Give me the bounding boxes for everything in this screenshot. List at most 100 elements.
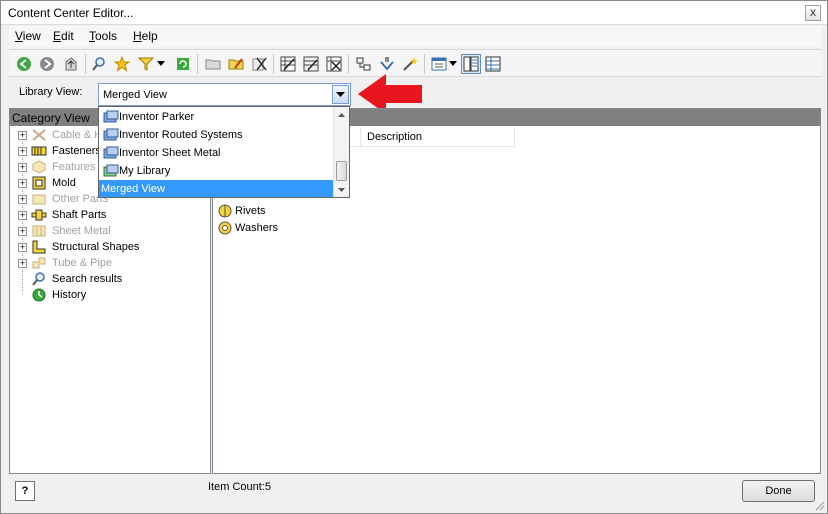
category-icon[interactable] xyxy=(354,54,374,74)
menu-tools[interactable]: Tools xyxy=(89,29,117,43)
mold-icon xyxy=(31,176,47,190)
tree-item-label: Features xyxy=(52,161,96,173)
sheet-metal-icon xyxy=(31,224,47,238)
menu-view[interactable]: View xyxy=(15,29,41,43)
dropdown-option-merged-view[interactable]: Merged View xyxy=(99,180,335,197)
forward-icon[interactable] xyxy=(37,54,57,74)
fasteners-icon xyxy=(31,144,47,158)
menu-edit[interactable]: Edit xyxy=(53,29,74,43)
dropdown-option-label: Merged View xyxy=(101,183,165,195)
tree-item-label: Fasteners xyxy=(52,145,101,157)
tree-item-label: Shaft Parts xyxy=(52,209,107,221)
rivets-icon xyxy=(217,204,233,218)
help-button[interactable]: ? xyxy=(15,481,35,501)
view-options-icon[interactable] xyxy=(429,54,449,74)
scroll-up-icon[interactable] xyxy=(334,107,349,122)
chevron-down-icon[interactable] xyxy=(332,85,349,104)
dropdown-option-label: Inventor Routed Systems xyxy=(119,129,243,141)
toolbar-separator xyxy=(197,54,198,74)
done-button[interactable]: Done xyxy=(742,480,815,502)
tree-item-tube-pipe[interactable]: + Tube & Pipe xyxy=(10,255,210,271)
expand-icon[interactable]: + xyxy=(18,243,27,252)
expand-icon[interactable]: + xyxy=(18,179,27,188)
expand-icon[interactable]: + xyxy=(18,259,27,268)
shaft-parts-icon xyxy=(31,208,47,222)
find-icon[interactable] xyxy=(89,54,109,74)
dropdown-option-label: My Library xyxy=(119,165,171,177)
favorites-star-icon[interactable] xyxy=(112,54,132,74)
scrollbar-thumb[interactable] xyxy=(336,161,347,181)
wizard-icon[interactable] xyxy=(400,54,420,74)
dropdown-scrollbar[interactable] xyxy=(333,107,349,197)
toolbar-separator xyxy=(348,54,349,74)
filter-icon[interactable] xyxy=(136,54,156,74)
expand-icon[interactable]: + xyxy=(18,195,27,204)
new-folder-icon[interactable] xyxy=(203,54,223,74)
tree-item-history[interactable]: History xyxy=(10,287,210,303)
tree-item-search-results[interactable]: Search results xyxy=(10,271,210,287)
features-icon xyxy=(31,160,47,174)
item-count-status: Item Count:5 xyxy=(208,481,271,493)
filter-dropdown-icon[interactable] xyxy=(155,54,167,74)
dropdown-option-inventor-parker[interactable]: Inventor Parker xyxy=(99,108,335,126)
menu-bar: View Edit Tools Help xyxy=(9,26,821,47)
back-icon[interactable] xyxy=(14,54,34,74)
library-view-combobox[interactable]: Merged View xyxy=(98,83,351,106)
menu-help[interactable]: Help xyxy=(133,29,158,43)
tree-item-sheet-metal[interactable]: + Sheet Metal xyxy=(10,223,210,239)
tree-item-shaft-parts[interactable]: + Shaft Parts xyxy=(10,207,210,223)
library-view-dropdown-list[interactable]: Inventor Parker Inventor Routed Systems … xyxy=(98,106,350,198)
tree-item-label: Cable & H xyxy=(52,129,103,141)
menu-help-mnemonic: H xyxy=(133,29,142,43)
history-icon xyxy=(31,288,47,302)
close-button[interactable]: x xyxy=(805,5,821,21)
up-folder-icon[interactable] xyxy=(61,54,81,74)
library-icon xyxy=(103,146,119,160)
library-view-value: Merged View xyxy=(103,89,167,101)
tree-item-label: Mold xyxy=(52,177,76,189)
expand-icon[interactable]: + xyxy=(18,131,27,140)
tree-item-structural-shapes[interactable]: + Structural Shapes xyxy=(10,239,210,255)
search-results-icon xyxy=(31,272,47,286)
expand-icon[interactable]: + xyxy=(18,211,27,220)
list-view-icon[interactable] xyxy=(483,54,503,74)
family-properties-icon[interactable] xyxy=(301,54,321,74)
column-header-description[interactable]: Description xyxy=(361,127,515,147)
dropdown-option-my-library[interactable]: My Library xyxy=(99,162,335,180)
menu-edit-label: dit xyxy=(61,29,74,43)
library-icon xyxy=(103,128,119,142)
tube-pipe-icon xyxy=(31,256,47,270)
toolbar-separator xyxy=(273,54,274,74)
list-item-label: Washers xyxy=(235,222,278,234)
edit-folder-icon[interactable] xyxy=(226,54,246,74)
menu-edit-mnemonic: E xyxy=(53,29,62,43)
washers-icon xyxy=(217,221,233,235)
other-parts-icon xyxy=(31,192,47,206)
toolbar-separator xyxy=(85,54,86,74)
dropdown-option-inventor-sheet-metal[interactable]: Inventor Sheet Metal xyxy=(99,144,335,162)
tree-item-label: Sheet Metal xyxy=(52,225,111,237)
menu-tools-label: ools xyxy=(95,29,118,43)
tree-item-label: Structural Shapes xyxy=(52,241,140,253)
scroll-down-icon[interactable] xyxy=(334,182,349,197)
tree-view-icon[interactable] xyxy=(461,54,481,74)
refresh-icon[interactable] xyxy=(173,54,193,74)
table-delete-icon[interactable] xyxy=(324,54,344,74)
expand-icon[interactable]: + xyxy=(18,147,27,156)
my-library-icon xyxy=(103,164,119,178)
delete-icon[interactable] xyxy=(249,54,269,74)
expand-icon[interactable]: + xyxy=(18,227,27,236)
resize-grip-icon[interactable] xyxy=(815,501,825,511)
expand-icon[interactable]: + xyxy=(18,163,27,172)
publish-icon[interactable] xyxy=(377,54,397,74)
table-edit-icon[interactable] xyxy=(278,54,298,74)
view-dropdown-icon[interactable] xyxy=(447,54,459,74)
dropdown-option-inventor-routed-systems[interactable]: Inventor Routed Systems xyxy=(99,126,335,144)
tree-item-label: Tube & Pipe xyxy=(52,257,113,269)
structural-shapes-icon xyxy=(31,240,47,254)
dropdown-option-label: Inventor Sheet Metal xyxy=(119,147,221,159)
list-item-label: Rivets xyxy=(235,205,266,217)
window-title: Content Center Editor... xyxy=(8,6,134,20)
toolbar-separator xyxy=(424,54,425,74)
tree-item-label: History xyxy=(52,289,87,301)
